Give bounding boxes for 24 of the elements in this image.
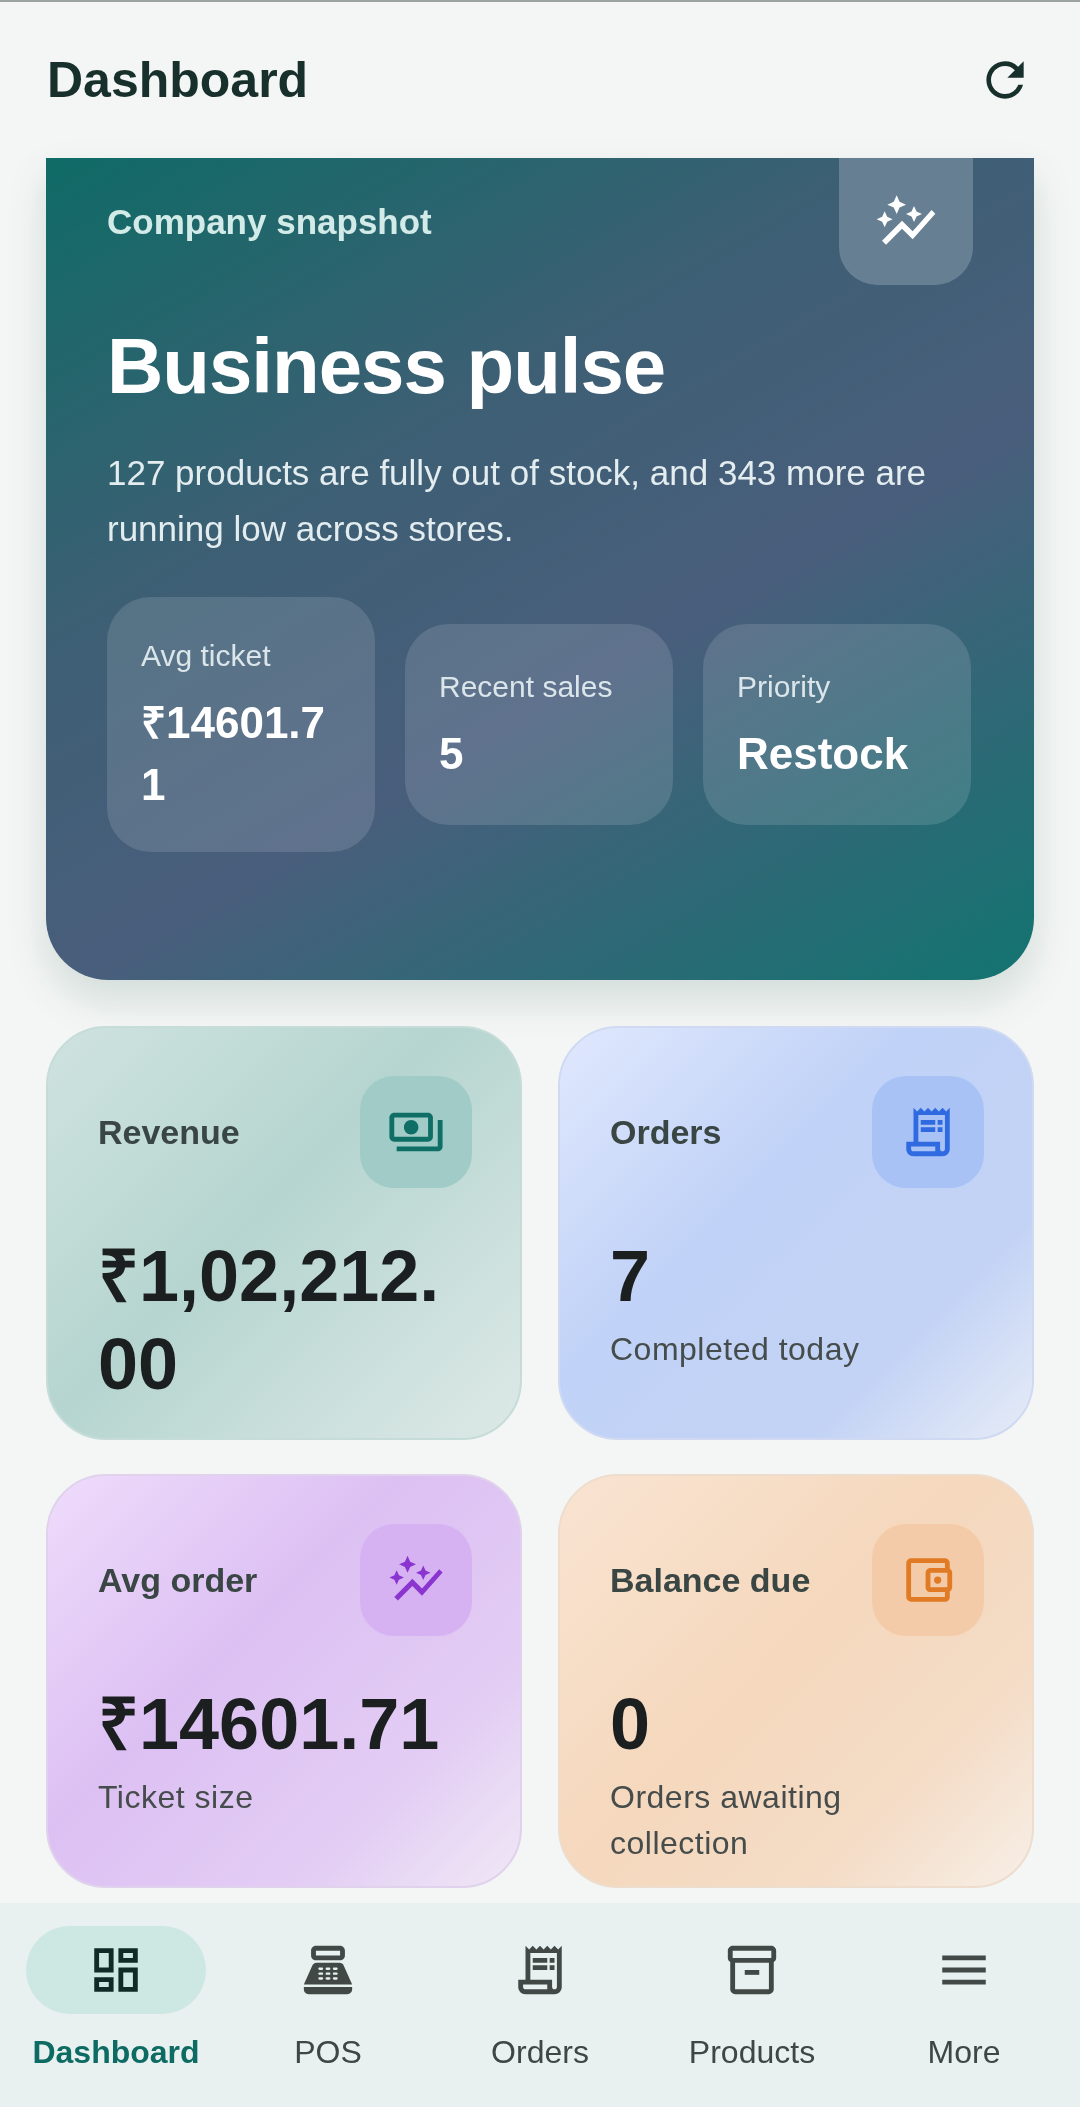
- card-value: ₹1,02,212.00: [98, 1235, 441, 1406]
- card-caption: Ticket size: [98, 1778, 255, 1817]
- card-value: 0: [610, 1683, 652, 1766]
- card-label: Revenue: [98, 1111, 240, 1153]
- stat-value: Restock: [737, 728, 910, 780]
- card-caption: Completed today: [610, 1330, 861, 1369]
- card-value: 7: [610, 1235, 652, 1318]
- stat-value: 5: [439, 728, 465, 780]
- hero-description: 127 products are fully out of stock, and 343 more are running low across stores.: [107, 452, 927, 550]
- card-label: Orders: [610, 1111, 722, 1153]
- stat-label: Priority: [737, 669, 832, 705]
- card-value: ₹14601.71: [98, 1683, 441, 1766]
- nav-tab[interactable]: More: [864, 1926, 1064, 2076]
- card-label: Balance due: [610, 1559, 811, 1601]
- page-title: Dashboard: [47, 50, 309, 110]
- stat-label: Avg ticket: [141, 638, 272, 674]
- nav-tab[interactable]: Products: [652, 1926, 852, 2076]
- stat-value: ₹14601.71: [141, 697, 327, 811]
- nav-tab[interactable]: Orders: [440, 1926, 640, 2076]
- card-caption: Orders awaiting collection: [610, 1778, 843, 1863]
- nav-tab[interactable]: POS: [228, 1926, 428, 2076]
- stat-label: Recent sales: [439, 669, 614, 705]
- card-label: Avg order: [98, 1559, 258, 1601]
- hero-eyebrow: Company snapshot: [107, 201, 432, 243]
